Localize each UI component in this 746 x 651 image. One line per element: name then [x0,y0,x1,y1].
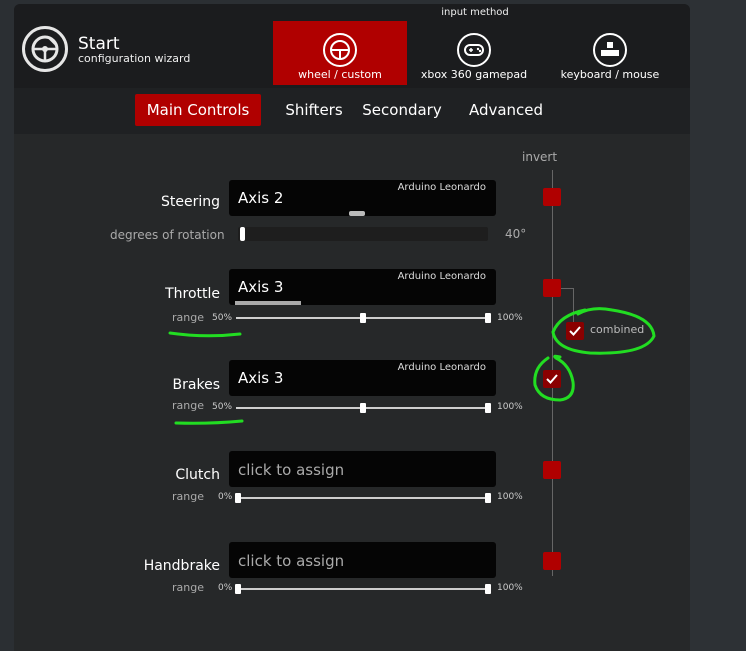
mode-label: keyboard / mouse [560,68,660,81]
mode-label: xbox 360 gamepad [420,68,528,81]
header: Start configuration wizard input method … [14,4,690,88]
combined-label: combined [590,323,645,336]
tab-main-controls[interactable]: Main Controls [135,94,261,126]
brakes-range-label: range [172,399,204,412]
throttle-range-max-handle[interactable] [485,313,491,323]
throttle-input-bar [235,301,301,305]
steering-axis-value: Axis 2 [238,189,284,207]
brakes-device: Arduino Leonardo [397,362,486,373]
brakes-range-mid-handle[interactable] [360,403,366,413]
clutch-range-track[interactable] [236,497,490,499]
throttle-range-mid-handle[interactable] [360,313,366,323]
steering-label: Steering [160,194,220,210]
throttle-min-pct: 50% [212,313,233,323]
clutch-axis-field[interactable]: click to assign [229,451,496,487]
brakes-axis-field[interactable]: Axis 3 Arduino Leonardo [229,360,496,396]
mode-xbox-gamepad[interactable]: xbox 360 gamepad [407,21,541,85]
tab-bar: Main Controls Shifters Secondary Advance… [14,88,690,134]
steering-device: Arduino Leonardo [397,182,486,193]
invert-label: invert [522,150,558,164]
input-method-label: input method [441,7,509,18]
handbrake-assign-placeholder: click to assign [238,552,345,570]
handbrake-range-label: range [172,581,204,594]
tab-shifters[interactable]: Shifters [272,94,356,126]
mode-wheel-custom[interactable]: wheel / custom [273,21,407,85]
handbrake-min-pct: 0% [218,583,233,593]
combined-connector-vertical [573,288,574,322]
steering-wheel-logo-icon [22,26,68,72]
app-subtitle: configuration wizard [78,52,191,65]
steering-axis-field[interactable]: Axis 2 Arduino Leonardo [229,180,496,216]
rotation-value: 40° [505,227,527,241]
steering-wheel-icon [323,33,357,67]
steering-position-indicator [349,211,365,216]
clutch-range-max-handle[interactable] [485,493,491,503]
handbrake-range-max-handle[interactable] [485,584,491,594]
steering-invert-checkbox[interactable] [543,188,561,206]
keyboard-icon [593,33,627,67]
throttle-device: Arduino Leonardo [397,271,486,282]
clutch-max-pct: 100% [497,492,523,502]
combined-connector [561,288,573,289]
throttle-axis-value: Axis 3 [238,278,284,296]
brakes-axis-value: Axis 3 [238,369,284,387]
mode-label: wheel / custom [298,68,382,81]
throttle-label: Throttle [165,286,220,302]
throttle-axis-field[interactable]: Axis 3 Arduino Leonardo [229,269,496,305]
brakes-label: Brakes [172,377,220,393]
brakes-invert-checkbox[interactable] [543,370,561,388]
clutch-range-min-handle[interactable] [235,493,241,503]
handbrake-label: Handbrake [143,558,220,574]
brakes-min-pct: 50% [212,402,233,412]
clutch-invert-checkbox[interactable] [543,461,561,479]
brakes-max-pct: 100% [497,402,523,412]
tab-secondary[interactable]: Secondary [360,94,444,126]
gamepad-icon [457,33,491,67]
rotation-label: degrees of rotation [110,228,225,242]
handbrake-range-min-handle[interactable] [235,584,241,594]
handbrake-max-pct: 100% [497,583,523,593]
throttle-range-label: range [172,311,204,324]
handbrake-axis-field[interactable]: click to assign [229,542,496,578]
throttle-max-pct: 100% [497,313,523,323]
handbrake-range-track[interactable] [236,588,490,590]
clutch-range-label: range [172,490,204,503]
mode-keyboard-mouse[interactable]: keyboard / mouse [543,21,677,85]
rotation-slider-handle[interactable] [240,227,245,241]
combined-checkbox[interactable] [566,322,584,340]
rotation-slider[interactable] [238,227,488,241]
app-title: Start [78,34,120,54]
clutch-label: Clutch [175,467,220,483]
throttle-invert-checkbox[interactable] [543,279,561,297]
clutch-min-pct: 0% [218,492,233,502]
clutch-assign-placeholder: click to assign [238,461,345,479]
brakes-range-max-handle[interactable] [485,403,491,413]
background-panel [690,0,746,651]
tab-advanced[interactable]: Advanced [464,94,548,126]
handbrake-invert-checkbox[interactable] [543,552,561,570]
